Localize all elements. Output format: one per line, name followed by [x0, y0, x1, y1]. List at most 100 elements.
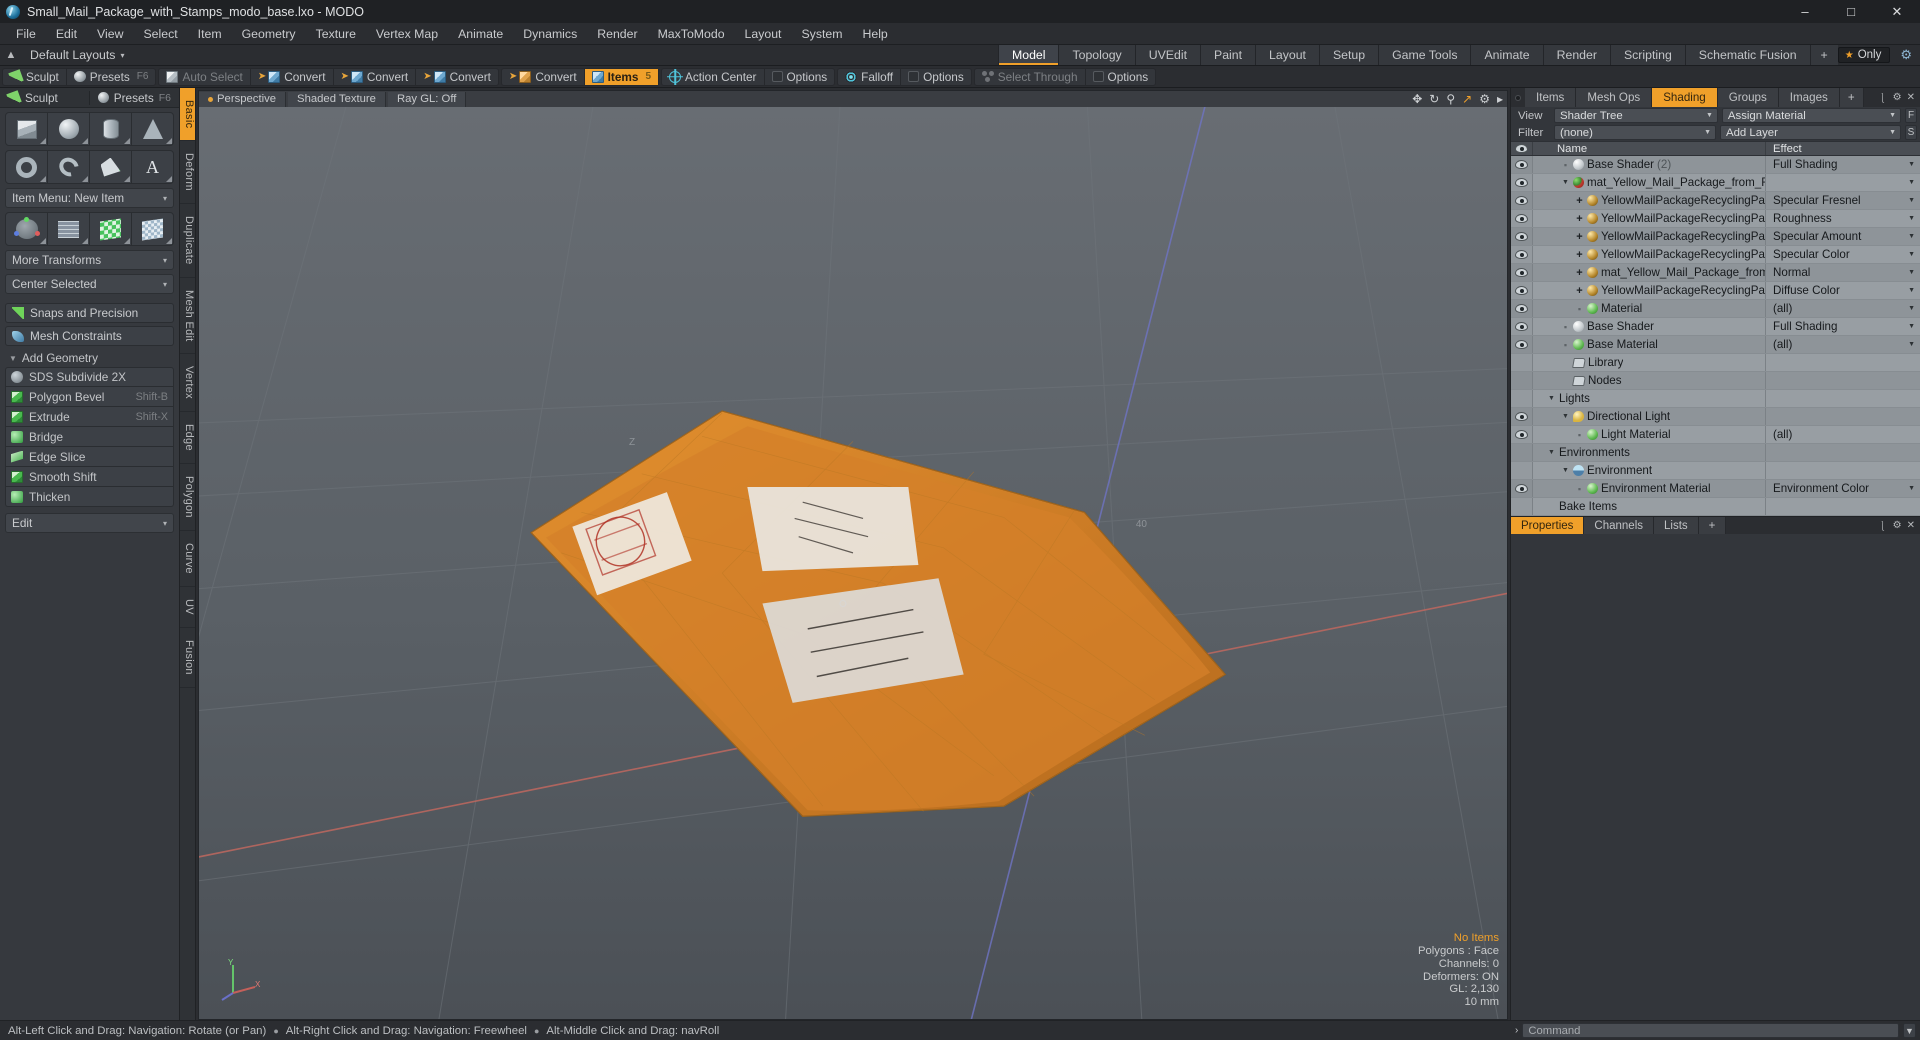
minimize-button[interactable]: – — [1782, 0, 1828, 23]
tab-model[interactable]: Model — [997, 45, 1059, 65]
shader-tree-row[interactable]: ▼ Lights — [1511, 390, 1920, 408]
row-effect-cell[interactable]: Specular Fresnel ▼ — [1765, 192, 1920, 209]
move-icon[interactable]: ✥ — [1412, 92, 1422, 106]
row-effect-cell[interactable]: Specular Color ▼ — [1765, 246, 1920, 263]
shader-tree-row[interactable]: + YellowMailPackageRecyclingPaper_glos ..… — [1511, 210, 1920, 228]
row-effect-cell[interactable]: Environment Color ▼ — [1765, 480, 1920, 497]
action-center-button[interactable]: Action Center — [662, 68, 765, 85]
smooth-shift-button[interactable]: Smooth Shift — [5, 467, 174, 487]
tab-uvedit[interactable]: UVEdit — [1134, 45, 1200, 65]
text-primitive-button[interactable]: A — [132, 151, 173, 183]
falloff-options-button[interactable]: Options — [901, 69, 971, 85]
tab-topology[interactable]: Topology — [1058, 45, 1135, 65]
zoom-icon[interactable]: ⚲ — [1446, 92, 1455, 106]
row-visibility-toggle[interactable] — [1511, 192, 1533, 209]
tab-render[interactable]: Render — [1542, 45, 1610, 65]
command-input[interactable]: Command — [1522, 1023, 1899, 1038]
row-effect-cell[interactable]: (all) ▼ — [1765, 300, 1920, 317]
row-effect-cell[interactable]: Diffuse Color ▼ — [1765, 282, 1920, 299]
gear-icon[interactable]: ⚙ — [1896, 47, 1916, 63]
rtab-items[interactable]: Items — [1525, 88, 1577, 107]
row-effect-cell[interactable]: Specular Amount ▼ — [1765, 228, 1920, 245]
row-visibility-toggle[interactable] — [1511, 156, 1533, 173]
menu-item[interactable]: Item — [188, 23, 232, 45]
shader-tree-row[interactable]: + YellowMailPackageRecyclingPaper_diffu..… — [1511, 282, 1920, 300]
torus-primitive-button[interactable] — [6, 151, 48, 183]
chevron-down-icon[interactable]: ▼ — [1547, 449, 1556, 456]
checker-blue-tool-button[interactable] — [132, 213, 173, 245]
row-effect-cell[interactable]: (all) ▼ — [1765, 336, 1920, 353]
extrude-button[interactable]: Extrude Shift-X — [5, 407, 174, 427]
expand-icon[interactable]: + — [1575, 285, 1584, 297]
tab-animate[interactable]: Animate — [1470, 45, 1543, 65]
rtab-add[interactable]: + — [1839, 88, 1864, 107]
shader-tree-row[interactable]: ▪ Material (all) ▼ — [1511, 300, 1920, 318]
expand-icon[interactable]: + — [1575, 249, 1584, 261]
row-visibility-toggle[interactable] — [1511, 426, 1533, 443]
row-visibility-toggle[interactable] — [1511, 228, 1533, 245]
more-transforms-dropdown[interactable]: More Transforms ▾ — [5, 250, 174, 270]
shader-tree-row[interactable]: + YellowMailPackageRecyclingPaper_IOR ...… — [1511, 192, 1920, 210]
shader-tree-row[interactable]: ▼ Environments — [1511, 444, 1920, 462]
add-tab-button[interactable]: + — [1809, 45, 1838, 65]
maximize-button[interactable]: □ — [1828, 0, 1874, 23]
items-mode-button[interactable]: Items 5 — [584, 68, 659, 85]
close-icon[interactable]: ✕ — [1907, 92, 1915, 103]
shader-tree-row[interactable]: + YellowMailPackageRecyclingPaper_refle..… — [1511, 228, 1920, 246]
menu-texture[interactable]: Texture — [306, 23, 366, 45]
home-icon[interactable]: ▲ — [0, 45, 22, 65]
chevron-right-icon[interactable]: ▸ — [1497, 92, 1503, 106]
shader-tree-row[interactable]: ▪ Base Material (all) ▼ — [1511, 336, 1920, 354]
chevron-down-icon[interactable]: ▼ — [1561, 179, 1570, 186]
polygon-primitive-button[interactable] — [90, 151, 132, 183]
convert-button-1[interactable]: ➤ Convert — [251, 68, 334, 85]
vtab-edge[interactable]: Edge — [180, 412, 195, 465]
presets-tab[interactable]: Presets F6 — [88, 90, 179, 105]
chevron-down-icon[interactable]: ▼ — [1561, 413, 1570, 420]
vtab-polygon[interactable]: Polygon — [180, 464, 195, 532]
grid-tool-button[interactable] — [48, 213, 90, 245]
sculpt-tab[interactable]: Sculpt — [0, 89, 89, 106]
row-visibility-toggle[interactable] — [1511, 318, 1533, 335]
vtab-vertex[interactable]: Vertex — [180, 354, 195, 413]
gear-icon[interactable]: ⚙ — [1893, 520, 1902, 531]
rotate-icon[interactable]: ↻ — [1429, 92, 1439, 106]
rtab-mesh-ops[interactable]: Mesh Ops — [1576, 88, 1653, 107]
row-visibility-toggle[interactable] — [1511, 246, 1533, 263]
row-effect-cell[interactable]: Full Shading ▼ — [1765, 318, 1920, 335]
tab-setup[interactable]: Setup — [1318, 45, 1379, 65]
expand-icon[interactable]: + — [1575, 231, 1584, 243]
center-selected-dropdown[interactable]: Center Selected ▾ — [5, 274, 174, 294]
row-effect-cell[interactable]: Roughness ▼ — [1765, 210, 1920, 227]
filter-dropdown[interactable]: (none) ▼ — [1554, 125, 1716, 140]
row-effect-cell[interactable]: Full Shading ▼ — [1765, 156, 1920, 173]
menu-view[interactable]: View — [87, 23, 133, 45]
convert-button-3[interactable]: ➤ Convert — [416, 69, 498, 85]
shader-tree-row[interactable]: ▼ Environment — [1511, 462, 1920, 480]
vtab-deform[interactable]: Deform — [180, 141, 195, 205]
gear-icon[interactable]: ⚙ — [1893, 92, 1902, 103]
menu-edit[interactable]: Edit — [46, 23, 87, 45]
row-visibility-toggle[interactable] — [1511, 300, 1533, 317]
fit-icon[interactable]: ↗ — [1462, 92, 1472, 106]
shader-tree-row[interactable]: ▪ Base Shader Full Shading ▼ — [1511, 318, 1920, 336]
expand-icon[interactable]: + — [1575, 195, 1584, 207]
ptab-properties[interactable]: Properties — [1511, 517, 1585, 534]
popout-icon[interactable]: ⎱ — [1878, 90, 1888, 105]
thicken-button[interactable]: Thicken — [5, 487, 174, 507]
shader-tree-row[interactable]: ▪ Base Shader (2) Full Shading ▼ — [1511, 156, 1920, 174]
rtab-shading[interactable]: Shading — [1652, 88, 1718, 107]
row-effect-cell[interactable]: ▼ — [1765, 174, 1920, 191]
row-effect-cell[interactable]: Normal ▼ — [1765, 264, 1920, 281]
chevron-down-icon[interactable]: ▼ — [1561, 467, 1570, 474]
chevron-down-icon[interactable]: ▼ — [1547, 395, 1556, 402]
row-visibility-toggle[interactable] — [1511, 336, 1533, 353]
expand-icon[interactable]: + — [1575, 213, 1584, 225]
assign-material-button[interactable]: F — [1905, 108, 1917, 123]
viewport-raygl-dropdown[interactable]: Ray GL: Off — [387, 91, 467, 107]
rtab-images[interactable]: Images — [1778, 88, 1840, 107]
menu-layout[interactable]: Layout — [735, 23, 792, 45]
presets-button[interactable]: Presets F6 — [67, 69, 156, 85]
add-layer-dropdown[interactable]: Add Layer ▼ — [1720, 125, 1901, 140]
shader-tree-row[interactable]: ▼ Directional Light — [1511, 408, 1920, 426]
